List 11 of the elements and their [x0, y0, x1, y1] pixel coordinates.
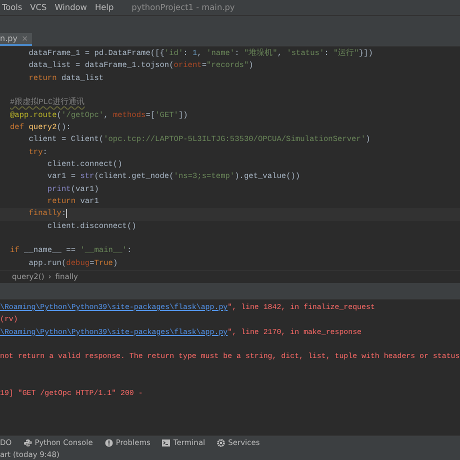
menu-item[interactable]: Help	[94, 1, 114, 14]
warning-icon	[104, 439, 113, 447]
menu-item[interactable]: VCS	[30, 1, 47, 14]
menu-item[interactable]: Tools	[2, 1, 22, 14]
python-icon	[24, 439, 32, 447]
terminal-icon	[162, 439, 170, 447]
text-cursor	[66, 208, 68, 218]
window-title: pythonProject1 - main.py	[132, 1, 235, 14]
menu-item[interactable]: Window	[54, 1, 87, 14]
editor-tab[interactable]: n.py ×	[0, 33, 32, 46]
gear-icon	[217, 439, 226, 447]
